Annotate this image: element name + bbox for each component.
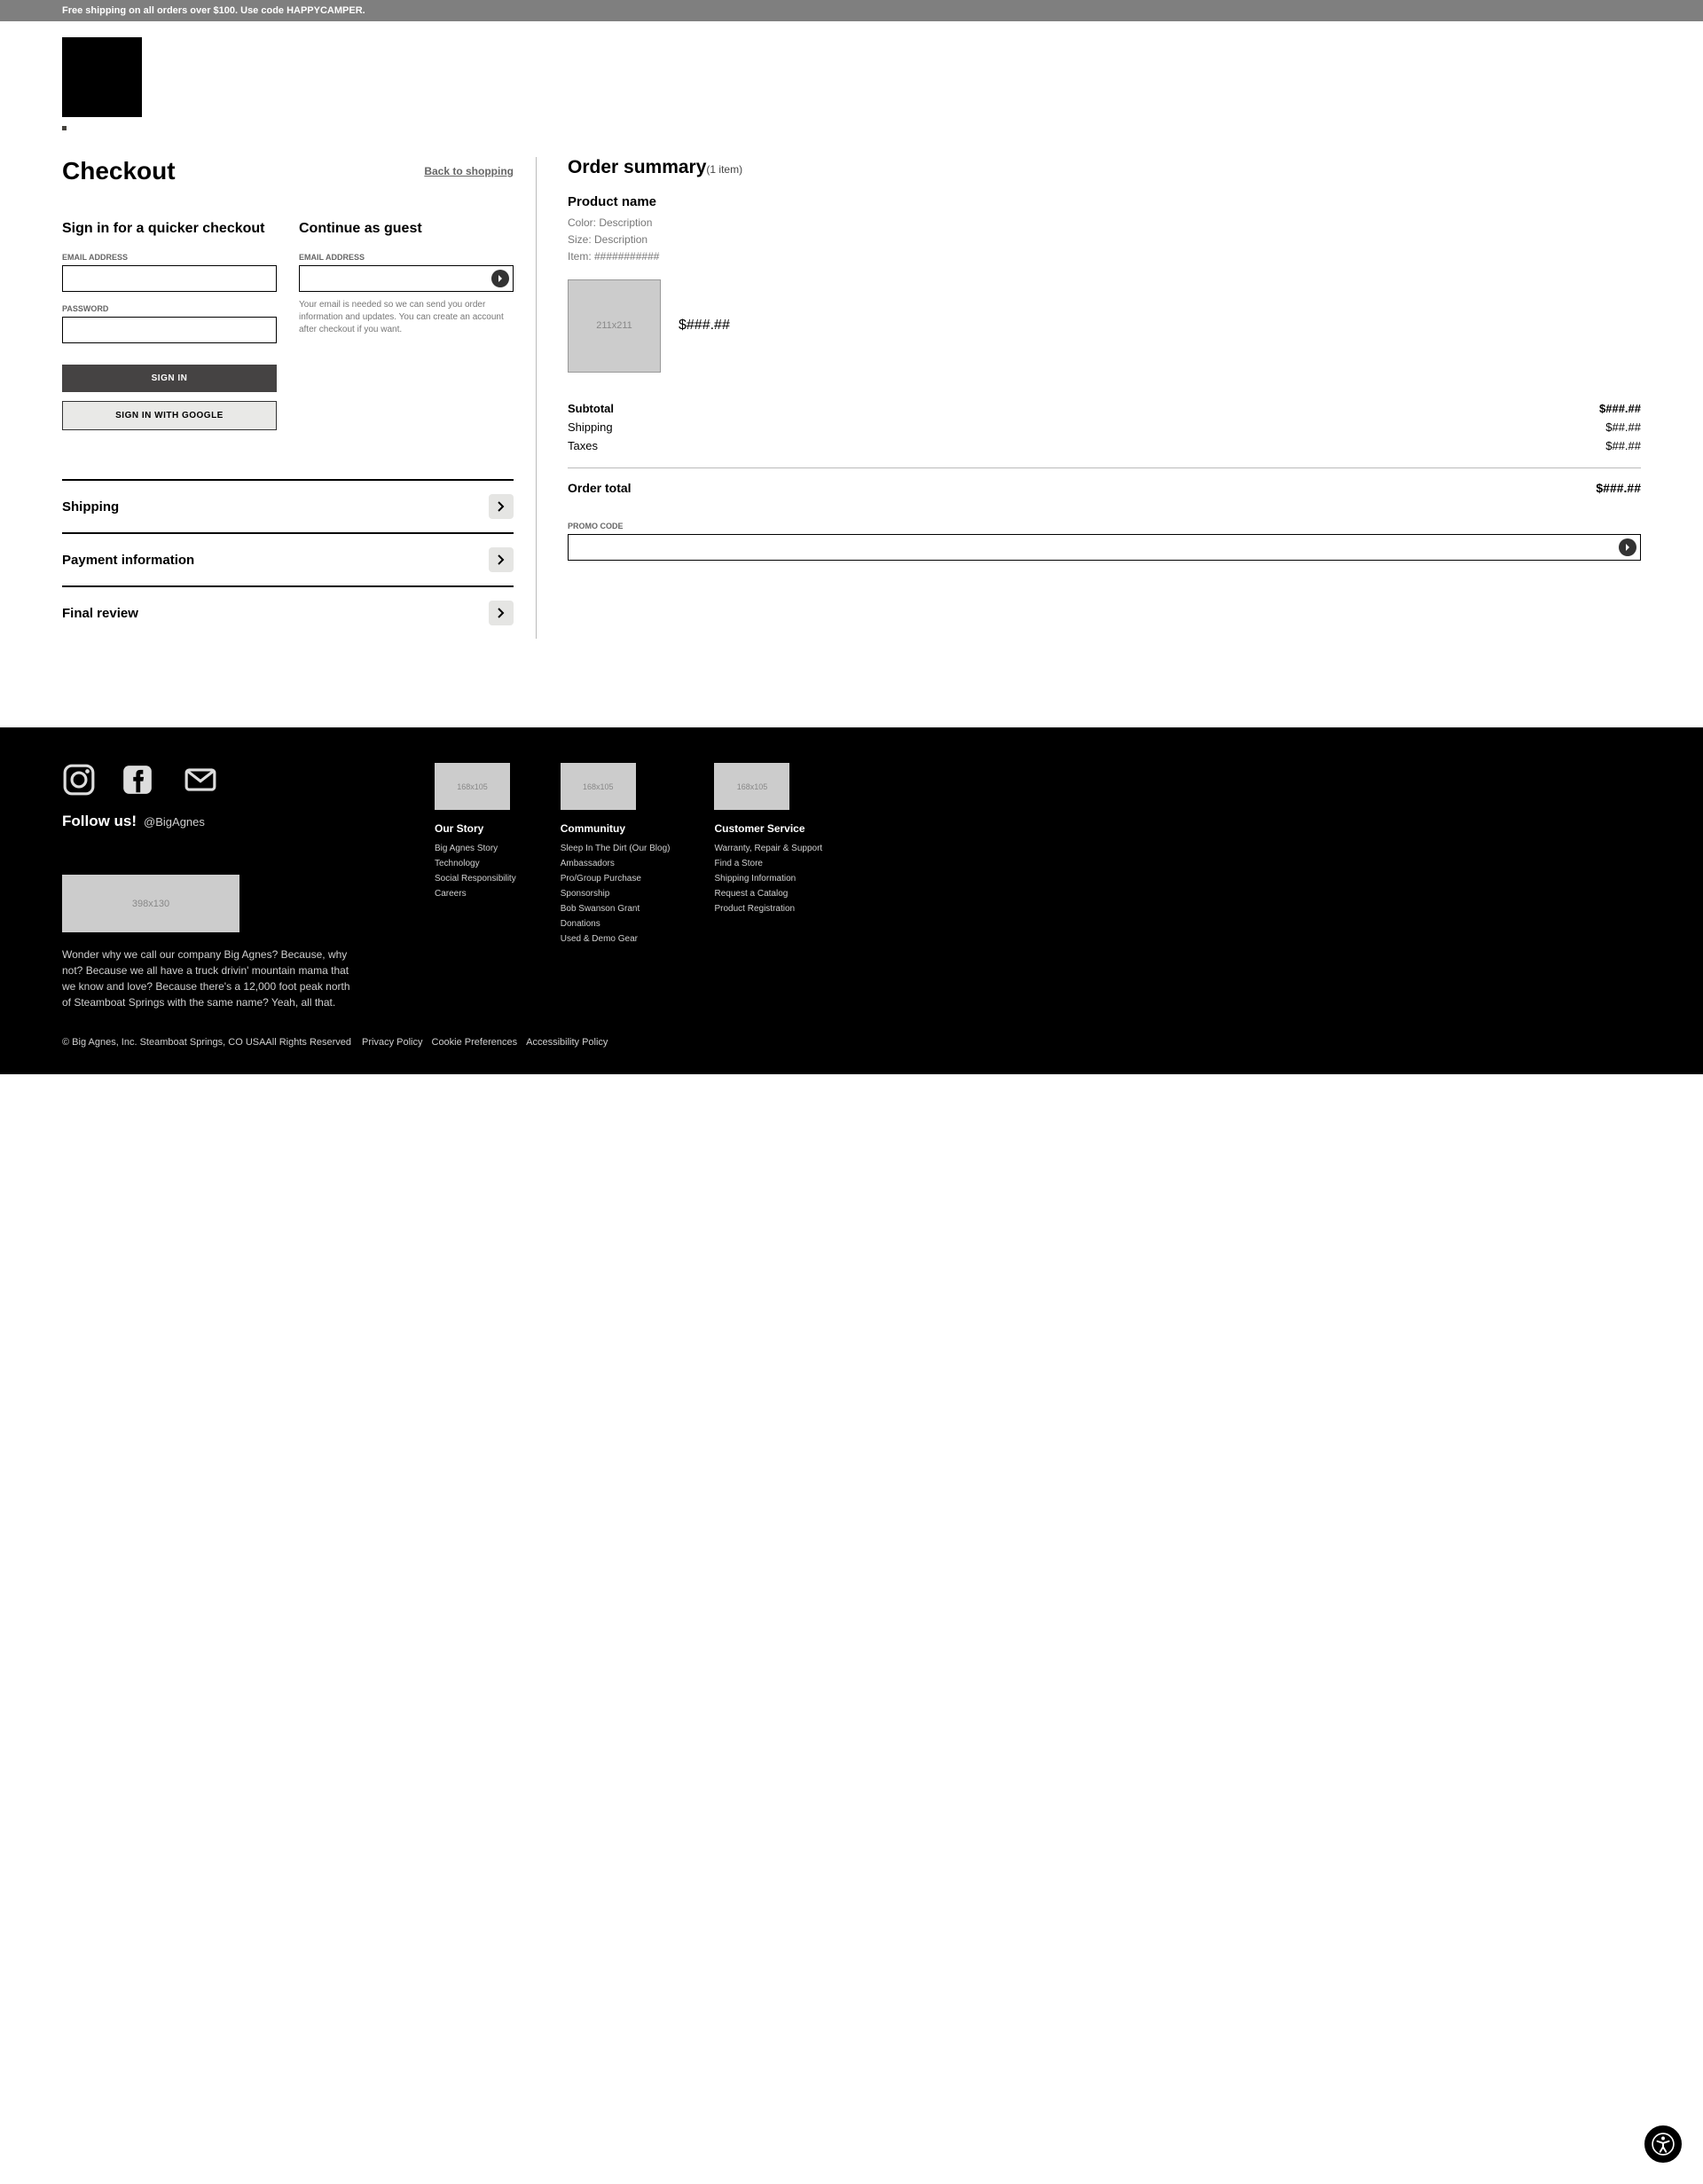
footer-link[interactable]: Shipping Information <box>714 874 822 884</box>
footer-link[interactable]: Careers <box>435 889 516 899</box>
signin-email-input[interactable] <box>62 265 277 292</box>
guest-email-submit-button[interactable] <box>491 270 509 287</box>
payment-expand-button[interactable] <box>489 547 514 572</box>
chevron-right-icon <box>497 275 504 282</box>
shipping-expand-button[interactable] <box>489 494 514 519</box>
signin-google-button[interactable]: SIGN IN WITH GOOGLE <box>62 401 277 430</box>
signin-email-label: EMAIL ADDRESS <box>62 253 277 262</box>
chevron-right-icon <box>1624 544 1631 551</box>
review-expand-button[interactable] <box>489 601 514 625</box>
footer-link[interactable]: Donations <box>561 919 671 929</box>
footer-column-image: 168x105 <box>714 763 789 810</box>
signin-button[interactable]: SIGN IN <box>62 365 277 392</box>
chevron-right-icon <box>498 554 505 565</box>
product-image: 211x211 <box>568 279 661 373</box>
email-icon[interactable] <box>179 763 222 797</box>
payment-section-heading: Payment information <box>62 553 194 568</box>
footer-bottom-link[interactable]: Privacy Policy <box>362 1037 422 1048</box>
footer-link[interactable]: Used & Demo Gear <box>561 934 671 944</box>
chevron-right-icon <box>498 501 505 512</box>
product-size: Size: Description <box>568 232 1641 248</box>
guest-heading: Continue as guest <box>299 221 514 237</box>
guest-email-label: EMAIL ADDRESS <box>299 253 514 262</box>
promo-code-label: PROMO CODE <box>568 522 1641 530</box>
footer-link[interactable]: Social Responsibility <box>435 874 516 884</box>
shipping-value: $##.## <box>1605 420 1641 434</box>
accessibility-button[interactable] <box>1643 2124 1683 2164</box>
back-to-shopping-link[interactable]: Back to shopping <box>424 165 514 177</box>
footer-link[interactable]: Pro/Group Purchase <box>561 874 671 884</box>
signin-heading: Sign in for a quicker checkout <box>62 221 277 237</box>
promo-code-input[interactable] <box>568 534 1641 561</box>
facebook-icon[interactable] <box>121 763 154 797</box>
subtotal-value: $###.## <box>1599 402 1641 415</box>
logo[interactable] <box>62 37 142 117</box>
chevron-right-icon <box>498 608 505 618</box>
signin-password-input[interactable] <box>62 317 277 343</box>
footer-column: 168x105 Communituy Sleep In The Dirt (Our … <box>561 763 671 1010</box>
social-handle: @BigAgnes <box>144 815 205 829</box>
footer-description: Wonder why we call our company Big Agnes… <box>62 947 355 1010</box>
shipping-section-heading: Shipping <box>62 499 119 515</box>
footer-bottom-link[interactable]: Accessibility Policy <box>526 1037 608 1048</box>
promo-code-submit-button[interactable] <box>1619 538 1636 556</box>
footer-column-heading: Customer Service <box>714 822 822 835</box>
header <box>0 21 1703 130</box>
product-name: Product name <box>568 194 1641 209</box>
taxes-label: Taxes <box>568 439 598 452</box>
footer-link[interactable]: Big Agnes Story <box>435 844 516 853</box>
footer-link[interactable]: Ambassadors <box>561 859 671 868</box>
footer-link[interactable]: Bob Swanson Grant <box>561 904 671 914</box>
order-total-label: Order total <box>568 481 632 495</box>
order-summary-count: (1 item) <box>706 163 742 176</box>
review-section-heading: Final review <box>62 606 138 621</box>
guest-email-helper: Your email is needed so we can send you … <box>299 299 514 336</box>
footer-column-heading: Our Story <box>435 822 516 835</box>
order-summary-title: Order summary(1 item) <box>568 157 1641 178</box>
footer-link[interactable]: Sleep In The Dirt (Our Blog) <box>561 844 671 853</box>
footer-column: 168x105 Customer Service Warranty, Repair … <box>714 763 822 1010</box>
footer-link[interactable]: Request a Catalog <box>714 889 822 899</box>
promo-bar: Free shipping on all orders over $100. U… <box>0 0 1703 21</box>
page-title: Checkout <box>62 157 176 185</box>
shipping-label: Shipping <box>568 420 613 434</box>
product-color: Color: Description <box>568 215 1641 232</box>
product-item: Item: ########### <box>568 248 1641 265</box>
footer-brand-image: 398x130 <box>62 875 239 932</box>
footer-column-image: 168x105 <box>561 763 636 810</box>
accessibility-icon <box>1652 2133 1675 2156</box>
signin-password-label: PASSWORD <box>62 304 277 313</box>
footer-link[interactable]: Sponsorship <box>561 889 671 899</box>
product-price: $###.## <box>679 318 730 334</box>
footer-link[interactable]: Warranty, Repair & Support <box>714 844 822 853</box>
copyright-text: © Big Agnes, Inc. Steamboat Springs, CO … <box>62 1037 351 1048</box>
footer-link[interactable]: Product Registration <box>714 904 822 914</box>
order-total-value: $###.## <box>1596 481 1641 495</box>
guest-email-input[interactable] <box>299 265 514 292</box>
footer-link[interactable]: Find a Store <box>714 859 822 868</box>
footer-link[interactable]: Technology <box>435 859 516 868</box>
taxes-value: $##.## <box>1605 439 1641 452</box>
instagram-icon[interactable] <box>62 763 96 797</box>
footer-column: 168x105 Our Story Big Agnes Story Technolog… <box>435 763 516 1010</box>
subtotal-label: Subtotal <box>568 402 614 415</box>
footer-column-image: 168x105 <box>435 763 510 810</box>
footer-column-heading: Communituy <box>561 822 671 835</box>
follow-us-text: Follow us!@BigAgnes <box>62 813 399 830</box>
footer: Follow us!@BigAgnes 398x130 Wonder why w… <box>0 727 1703 1074</box>
footer-bottom-link[interactable]: Cookie Preferences <box>432 1037 518 1048</box>
